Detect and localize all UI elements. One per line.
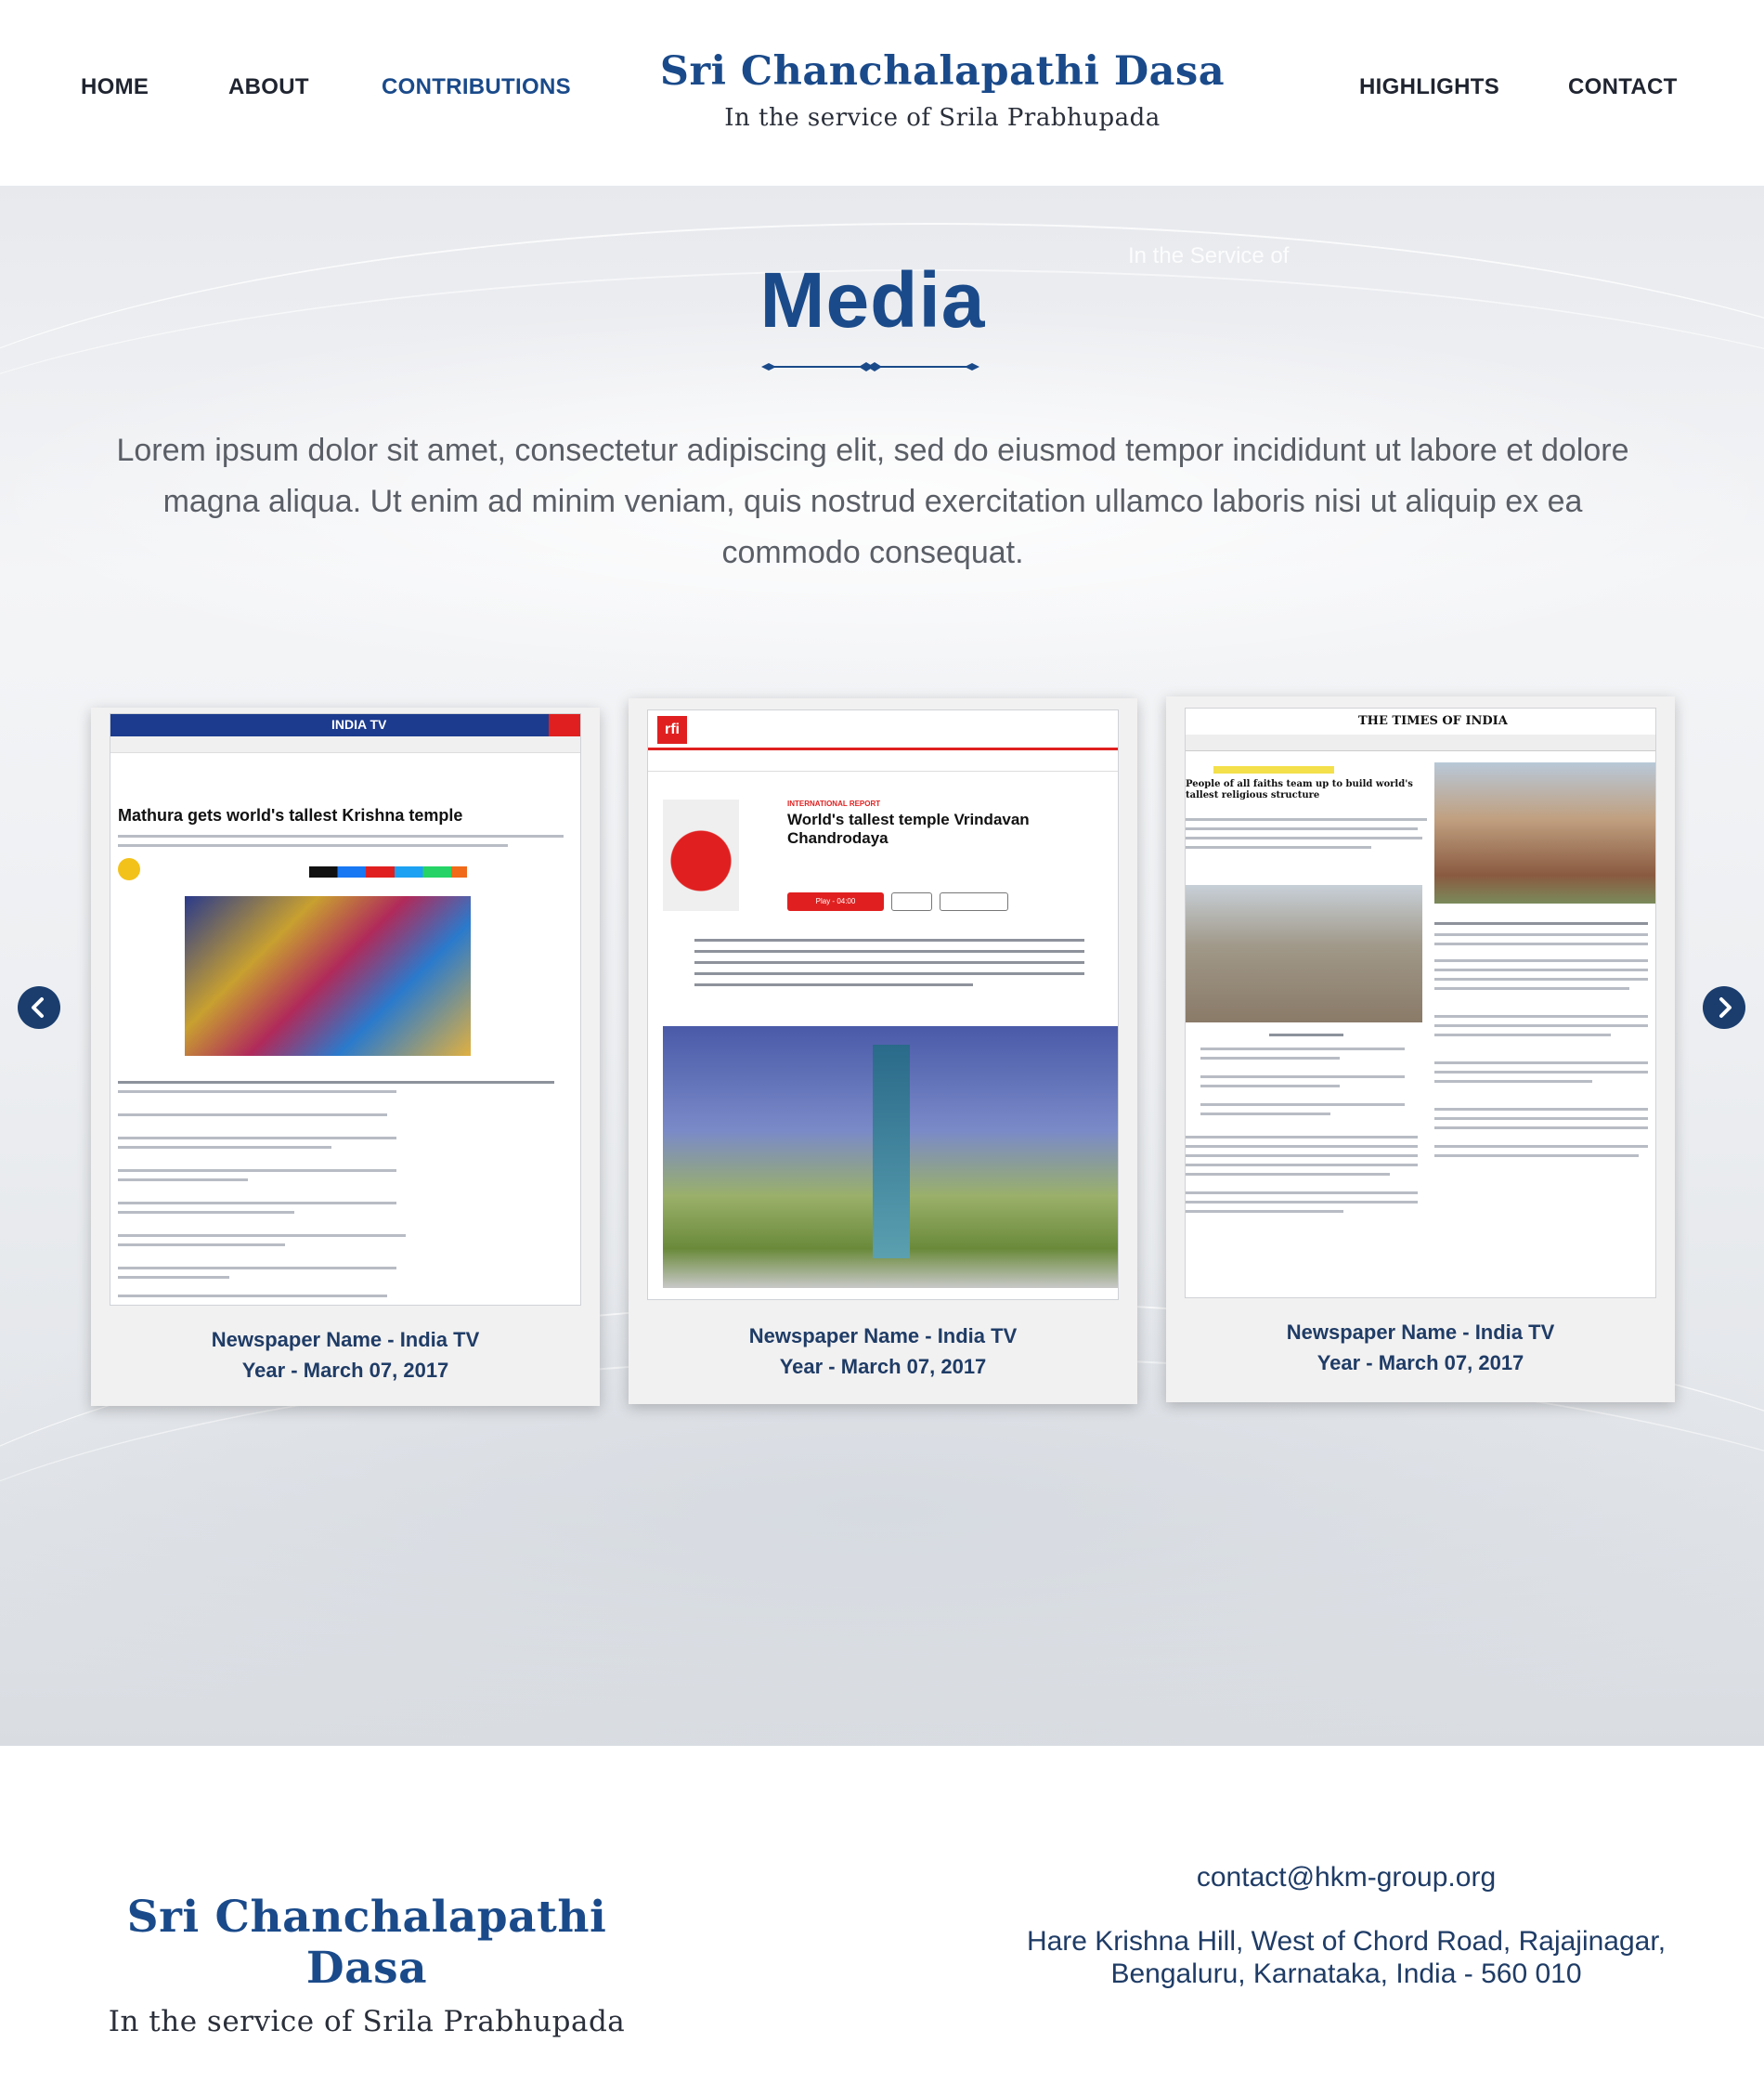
news-clipping-image: rfi INTERNATIONAL REPORT World's tallest… [647,709,1119,1300]
article-headline: People of all faiths team up to build wo… [1186,779,1413,800]
share-button [891,892,932,911]
villa-photo [1434,762,1655,904]
site-footer: Sri Chanchalapathi Dasa In the service o… [0,1746,1764,2095]
article-photo [185,896,471,1056]
menu-strip [648,751,1118,772]
nav-contributions[interactable]: CONTRIBUTIONS [382,74,571,100]
nav-highlights[interactable]: HIGHLIGHTS [1359,74,1499,100]
card-year: Year - March 07, 2017 [779,1355,987,1378]
address-line-1: Hare Krishna Hill, West of Chord Road, R… [1026,1926,1667,1957]
header-brand[interactable]: Sri Chanchalapathi Dasa In the service o… [650,48,1235,132]
temple-render-photo [663,1026,1118,1288]
footer-brand: Sri Chanchalapathi Dasa In the service o… [74,1892,659,2038]
podcast-cover [663,800,739,911]
media-section: In the Service of Media Lorem ipsum dolo… [0,186,1764,1746]
menu-strip [110,736,580,753]
media-card[interactable]: rfi INTERNATIONAL REPORT World's tallest… [629,698,1137,1404]
carousel-prev-button[interactable] [18,986,60,1029]
share-buttons [309,866,467,878]
masthead-bar: INDIA TV [110,714,580,736]
media-card[interactable]: THE TIMES OF INDIA People of all faiths … [1166,696,1675,1402]
card-year: Year - March 07, 2017 [241,1359,449,1382]
add-to-queue-button [940,892,1008,911]
news-clipping-image: INDIA TV Mathura gets world's tallest Kr… [110,713,581,1306]
article-headline: World's tallest temple Vrindavan Chandro… [787,811,1030,847]
footer-title: Sri Chanchalapathi Dasa [126,1892,607,1994]
masthead-label: INDIA TV [331,717,387,732]
highlight-band [1213,766,1334,774]
card-newspaper-name: Newspaper Name - India TV [1286,1321,1555,1344]
site-header: HOME ABOUT CONTRIBUTIONS Sri Chanchalapa… [0,0,1764,186]
section-description: Lorem ipsum dolor sit amet, consectetur … [116,433,1629,570]
brand-title: Sri Chanchalapathi Dasa [659,48,1226,95]
menu-strip [1186,735,1655,751]
ornament-divider [761,362,979,371]
brand-subtitle: In the service of Srila Prabhupada [724,104,1161,132]
masthead-rule [648,748,1118,750]
news-clipping-image: THE TIMES OF INDIA People of all faiths … [1185,708,1656,1298]
author-avatar [118,858,140,880]
masthead-label: THE TIMES OF INDIA [1358,714,1508,728]
card-newspaper-name: Newspaper Name - India TV [748,1324,1018,1347]
temple-tower [873,1045,910,1258]
footer-address: Hare Krishna Hill, West of Chord Road, R… [966,1925,1727,1990]
footer-subtitle: In the service of Srila Prabhupada [108,2005,626,2038]
nav-home[interactable]: HOME [81,74,149,100]
article-headline: Mathura gets world's tallest Krishna tem… [118,806,463,825]
nav-contact[interactable]: CONTACT [1568,74,1678,100]
card-newspaper-name: Newspaper Name - India TV [211,1328,480,1351]
nav-about[interactable]: ABOUT [228,74,309,100]
carousel-next-button[interactable] [1703,986,1745,1029]
footer-email-link[interactable]: contact@hkm-group.org [966,1862,1727,1893]
background-swoosh [0,1356,1764,1746]
section-title: Media [759,256,986,344]
report-tag: INTERNATIONAL REPORT [787,800,881,808]
live-badge [549,714,580,736]
play-button: Play - 04:00 [787,892,884,911]
masthead-logo: rfi [657,716,687,744]
construction-photo [1186,885,1422,1022]
address-line-2: Bengaluru, Karnataka, India - 560 010 [1110,1958,1582,1989]
card-year: Year - March 07, 2017 [1317,1351,1524,1374]
chevron-left-icon [32,997,44,1018]
media-card[interactable]: INDIA TV Mathura gets world's tallest Kr… [91,708,600,1406]
chevron-right-icon [1719,997,1732,1018]
